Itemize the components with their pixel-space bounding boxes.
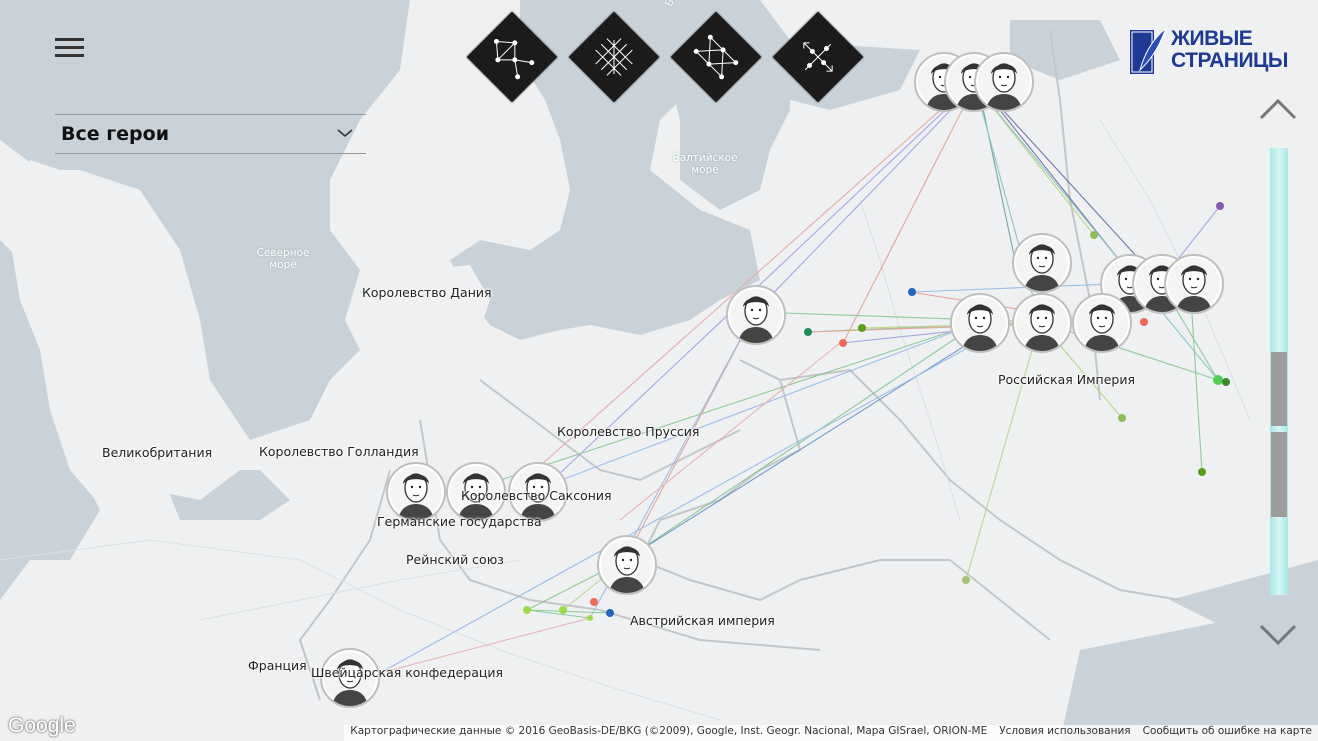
hero-portrait-avatar[interactable]	[1012, 233, 1072, 293]
hero-portrait-avatar[interactable]	[386, 462, 446, 522]
brand-line-1: ЖИВЫЕ	[1171, 27, 1253, 50]
map-attribution: Картографические данные © 2016 GeoBasis-…	[350, 725, 988, 737]
terms-link[interactable]: Условия использования	[993, 725, 1136, 737]
portrait-icon	[986, 63, 1022, 110]
hero-portrait-avatar[interactable]	[597, 535, 657, 595]
menu-icon-bar	[55, 54, 84, 57]
label-denmark: Королевство Дания	[362, 285, 492, 300]
timeline-view-icon	[803, 42, 833, 72]
portrait-icon	[398, 473, 434, 520]
timeline-scrollbar[interactable]	[1270, 148, 1288, 595]
grid-view-icon	[595, 38, 633, 76]
menu-button[interactable]	[55, 38, 84, 58]
label-rhine: Рейнский союз	[406, 552, 504, 567]
network-view-icon	[493, 38, 535, 80]
report-error-link[interactable]: Сообщить об ошибке на карте	[1137, 725, 1318, 737]
label-prussia: Королевство Пруссия	[557, 424, 700, 439]
sea-label-north: Северное море	[256, 247, 310, 271]
scrollbar-thumb-upper[interactable]	[1271, 352, 1287, 426]
hero-portrait-avatar[interactable]	[974, 52, 1034, 112]
portrait-icon	[609, 546, 645, 593]
scroll-up-arrow-icon[interactable]	[1258, 96, 1298, 122]
quill-book-icon	[1130, 27, 1167, 74]
portrait-icon	[1024, 244, 1060, 291]
hero-portrait-avatar[interactable]	[1012, 293, 1072, 353]
sea-label-baltic: Балтийское море	[672, 152, 738, 176]
hero-portrait-avatar[interactable]	[950, 293, 1010, 353]
connection-links	[379, 81, 1230, 674]
brand-line-2: СТРАНИЦЫ	[1171, 49, 1288, 72]
label-holland: Королевство Голландия	[259, 444, 419, 459]
links-view-icon	[693, 34, 739, 80]
brand-name: ЖИВЫЕ СТРАНИЦЫ	[1171, 28, 1288, 72]
label-saxony: Королевство Саксония	[461, 488, 612, 503]
google-logo[interactable]: Google	[8, 714, 76, 738]
hero-portrait-avatar[interactable]	[1164, 254, 1224, 314]
hero-portrait-avatar[interactable]	[1072, 293, 1132, 353]
portrait-icon	[738, 296, 774, 343]
tool-grid[interactable]	[568, 11, 660, 103]
hero-filter-value: Все герои	[61, 123, 170, 145]
tool-timeline[interactable]	[772, 11, 864, 103]
portrait-icon	[1024, 304, 1060, 351]
menu-icon-bar	[55, 46, 84, 49]
scroll-down-arrow-icon[interactable]	[1258, 622, 1298, 648]
label-russia: Российская Империя	[998, 372, 1135, 387]
tool-network[interactable]	[466, 11, 558, 103]
label-britain: Великобритания	[102, 445, 213, 460]
brand-logo[interactable]: ЖИВЫЕ СТРАНИЦЫ	[1126, 26, 1306, 78]
map-attribution-bar: Картографические данные © 2016 GeoBasis-…	[344, 725, 1318, 741]
scrollbar-thumb-lower[interactable]	[1271, 432, 1287, 517]
hero-portrait-avatar[interactable]	[726, 285, 786, 345]
tool-links[interactable]	[670, 11, 762, 103]
label-france: Франция	[248, 658, 307, 673]
label-austria: Австрийская империя	[630, 613, 775, 628]
label-german-states: Германские государства	[377, 514, 542, 529]
portrait-icon	[962, 304, 998, 351]
menu-icon-bar	[55, 38, 84, 41]
map-container[interactable]: Балтийское море Северное море Ботн Корол…	[0, 0, 1318, 741]
hero-filter-dropdown[interactable]: Все герои	[55, 114, 366, 154]
label-swiss: Швейцарская конфедерация	[311, 665, 504, 680]
portrait-icon	[1084, 304, 1120, 351]
portrait-icon	[1176, 265, 1212, 312]
chevron-down-icon	[337, 129, 353, 138]
